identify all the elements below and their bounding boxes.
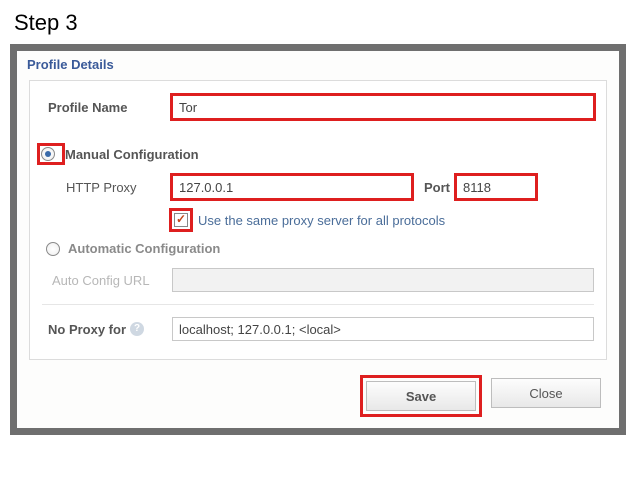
separator bbox=[42, 304, 594, 305]
port-label: Port bbox=[424, 180, 450, 195]
save-button[interactable]: Save bbox=[366, 381, 476, 411]
step-heading: Step 3 bbox=[14, 10, 626, 36]
profile-details-dialog: Profile Details Profile Name Manual Conf… bbox=[10, 44, 626, 435]
http-proxy-input[interactable] bbox=[172, 175, 412, 199]
help-icon[interactable]: ? bbox=[130, 322, 144, 336]
save-button-highlight: Save bbox=[363, 378, 479, 414]
http-proxy-label: HTTP Proxy bbox=[42, 180, 172, 195]
same-proxy-label: Use the same proxy server for all protoc… bbox=[198, 213, 445, 228]
close-button[interactable]: Close bbox=[491, 378, 601, 408]
automatic-config-radio[interactable] bbox=[46, 242, 60, 256]
no-proxy-row: No Proxy for ? bbox=[42, 317, 594, 341]
auto-url-row: Auto Config URL bbox=[42, 268, 594, 292]
manual-config-radio-highlight bbox=[39, 145, 63, 163]
manual-config-label: Manual Configuration bbox=[65, 147, 199, 162]
automatic-config-label: Automatic Configuration bbox=[68, 241, 220, 256]
profile-name-input[interactable] bbox=[172, 95, 594, 119]
no-proxy-label-wrap: No Proxy for ? bbox=[42, 322, 172, 337]
profile-name-row: Profile Name bbox=[42, 95, 594, 119]
auto-url-input bbox=[172, 268, 594, 292]
manual-config-radio[interactable] bbox=[41, 147, 55, 161]
no-proxy-label: No Proxy for bbox=[48, 322, 126, 337]
manual-config-row: Manual Configuration bbox=[39, 145, 594, 163]
same-proxy-checkbox[interactable] bbox=[174, 213, 188, 227]
port-input[interactable] bbox=[456, 175, 536, 199]
section-title: Profile Details bbox=[17, 51, 619, 76]
same-proxy-checkbox-highlight bbox=[172, 211, 190, 229]
automatic-config-row: Automatic Configuration bbox=[42, 241, 594, 256]
http-proxy-row: HTTP Proxy Port bbox=[42, 175, 594, 199]
same-proxy-row: Use the same proxy server for all protoc… bbox=[172, 211, 594, 229]
profile-details-panel: Profile Name Manual Configuration HTTP P… bbox=[29, 80, 607, 360]
profile-name-label: Profile Name bbox=[42, 100, 172, 115]
button-bar: Save Close bbox=[17, 368, 619, 428]
auto-url-label: Auto Config URL bbox=[42, 273, 172, 288]
no-proxy-input[interactable] bbox=[172, 317, 594, 341]
